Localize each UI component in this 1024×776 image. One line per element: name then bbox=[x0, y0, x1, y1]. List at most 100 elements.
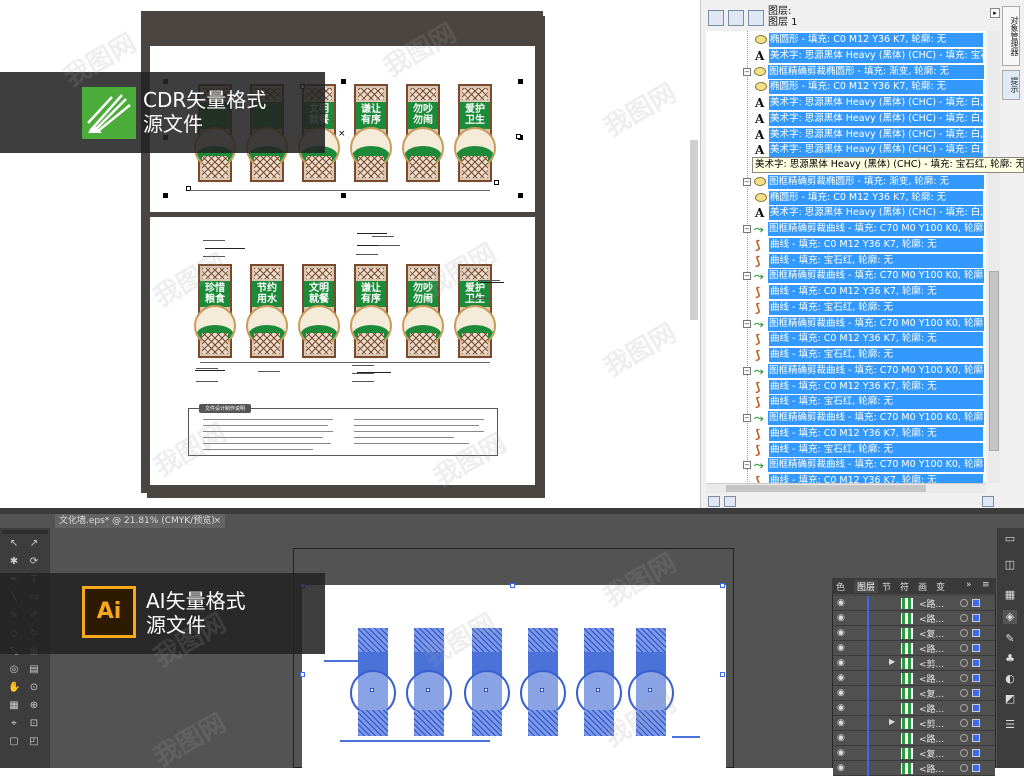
visibility-eye-icon[interactable]: ◉ bbox=[837, 748, 845, 758]
ai-layer-row[interactable]: ◉ <复... bbox=[833, 746, 995, 761]
object-row[interactable]: A 美术字: 思源黑体 Heavy (黑体) (CHC) - 填充: 白, bbox=[706, 142, 984, 158]
target-icon[interactable] bbox=[960, 644, 968, 652]
gradient-tool-icon[interactable]: ▤ bbox=[28, 664, 40, 676]
selected-pillar[interactable] bbox=[406, 628, 452, 736]
bounding-handle[interactable] bbox=[720, 583, 725, 588]
anchor-point[interactable] bbox=[484, 688, 488, 692]
object-row[interactable]: ⟆ 曲线 - 填充: 宝石红, 轮廓: 无 bbox=[706, 347, 984, 363]
object-row[interactable]: 椭圆形 - 填充: C0 M12 Y36 K7, 轮廓: 无 bbox=[706, 190, 984, 206]
tab-layers[interactable]: 图层 bbox=[854, 580, 879, 593]
selection-handle[interactable] bbox=[518, 79, 523, 84]
mesh-tool-icon[interactable]: ▦ bbox=[8, 700, 20, 712]
object-tree[interactable]: 椭圆形 - 填充: C0 M12 Y36 K7, 轮廓: 无 A 美术字: 思源黑体… bbox=[706, 31, 986, 483]
visibility-eye-icon[interactable]: ◉ bbox=[837, 688, 845, 698]
selected-pillar[interactable] bbox=[464, 628, 510, 736]
target-icon[interactable] bbox=[960, 734, 968, 742]
object-row[interactable]: ⟆ 曲线 - 填充: C0 M12 Y36 K7, 轮廓: 无 bbox=[706, 237, 984, 253]
target-icon[interactable] bbox=[960, 614, 968, 622]
visibility-eye-icon[interactable]: ◉ bbox=[837, 703, 845, 713]
arrange-icon[interactable]: ◫ bbox=[1003, 558, 1017, 572]
object-row[interactable]: − ⤳ 图框精确剪裁曲线 - 填充: C70 M0 Y100 K0, 轮廓: bbox=[706, 363, 984, 379]
new-master-layer-icon[interactable] bbox=[724, 496, 736, 507]
grid-icon[interactable]: ▦ bbox=[1003, 588, 1017, 602]
visibility-eye-icon[interactable]: ◉ bbox=[837, 763, 845, 773]
expand-toggle-icon[interactable]: − bbox=[743, 319, 751, 328]
bounding-handle[interactable] bbox=[510, 583, 515, 588]
ai-layer-row[interactable]: ◉ <复... bbox=[833, 686, 995, 701]
panel-collapse-icon[interactable]: » bbox=[966, 580, 972, 590]
selection-tool-icon[interactable]: ↖ bbox=[8, 538, 20, 550]
ai-layer-row[interactable]: ◉ ▶ <剪... bbox=[833, 656, 995, 671]
selection-square-icon[interactable] bbox=[972, 629, 980, 637]
object-row[interactable]: ⟆ 曲线 - 填充: 宝石红, 轮廓: 无 bbox=[706, 300, 984, 316]
object-row[interactable]: ⟆ 曲线 - 填充: C0 M12 Y36 K7, 轮廓: 无 bbox=[706, 426, 984, 442]
object-row[interactable]: ⟆ 曲线 - 填充: 宝石红, 轮廓: 无 bbox=[706, 253, 984, 269]
ai-layer-row[interactable]: ◉ ▶ <剪... bbox=[833, 716, 995, 731]
artboard-tool-icon[interactable]: ▢ bbox=[8, 736, 20, 748]
selection-square-icon[interactable] bbox=[972, 719, 980, 727]
object-row[interactable]: − ⤳ 图框精确剪裁曲线 - 填充: C70 M0 Y100 K0, 轮廓: bbox=[706, 457, 984, 473]
selected-pillar[interactable] bbox=[628, 628, 674, 736]
tab-symbols[interactable]: 符 bbox=[900, 580, 909, 593]
ai-layer-row[interactable]: ◉ <路... bbox=[833, 611, 995, 626]
target-icon[interactable] bbox=[960, 764, 968, 772]
selection-square-icon[interactable] bbox=[972, 704, 980, 712]
ai-layer-row[interactable]: ◉ <路... bbox=[833, 671, 995, 686]
object-row[interactable]: − ⤳ 图框精确剪裁曲线 - 填充: C70 M0 Y100 K0, 轮廓: bbox=[706, 268, 984, 284]
selection-square-icon[interactable] bbox=[972, 659, 980, 667]
expand-toggle-icon[interactable]: − bbox=[743, 67, 751, 76]
selected-pillar[interactable] bbox=[576, 628, 622, 736]
gradient-icon[interactable]: ◩ bbox=[1003, 692, 1017, 706]
object-row[interactable]: ⟆ 曲线 - 填充: C0 M12 Y36 K7, 轮廓: 无 bbox=[706, 331, 984, 347]
object-row[interactable]: − ⤳ 图框精确剪裁曲线 - 填充: C70 M0 Y100 K0, 轮廓: bbox=[706, 221, 984, 237]
bounding-handle[interactable] bbox=[720, 672, 725, 677]
expand-arrow-icon[interactable]: ▶ bbox=[889, 717, 895, 726]
object-row[interactable]: 椭圆形 - 填充: C0 M12 Y36 K7, 轮廓: 无 bbox=[706, 79, 984, 95]
target-icon[interactable] bbox=[960, 719, 968, 727]
target-icon[interactable] bbox=[960, 689, 968, 697]
target-icon[interactable] bbox=[960, 674, 968, 682]
graphic-style-icon[interactable]: ◐ bbox=[1003, 672, 1017, 686]
visibility-eye-icon[interactable]: ◉ bbox=[837, 598, 845, 608]
anchor-point[interactable] bbox=[540, 688, 544, 692]
lasso-tool-icon[interactable]: ⟳ bbox=[28, 556, 40, 568]
tab-hints[interactable]: 提示 bbox=[1002, 70, 1020, 100]
tab-object-manager[interactable]: 对象管理器 bbox=[1002, 6, 1020, 66]
object-tree-hscroll[interactable] bbox=[706, 483, 986, 493]
ai-document-tab[interactable]: 文化墙.eps* @ 21.81% (CMYK/预览) × bbox=[55, 514, 225, 528]
edit-across-layers-icon[interactable] bbox=[728, 10, 744, 26]
selection-handle[interactable] bbox=[163, 193, 168, 198]
object-row[interactable]: − ⤳ 图框精确剪裁曲线 - 填充: C70 M0 Y100 K0, 轮廓: bbox=[706, 410, 984, 426]
selection-square-icon[interactable] bbox=[972, 764, 980, 772]
hand-tool-icon[interactable]: ✋ bbox=[8, 682, 20, 694]
selection-handle[interactable] bbox=[518, 193, 523, 198]
visibility-eye-icon[interactable]: ◉ bbox=[837, 718, 845, 728]
selection-square-icon[interactable] bbox=[972, 599, 980, 607]
selection-square-icon[interactable] bbox=[972, 644, 980, 652]
expand-toggle-icon[interactable]: − bbox=[743, 272, 751, 281]
graph-tool-icon[interactable]: ⊡ bbox=[28, 718, 40, 730]
visibility-eye-icon[interactable]: ◉ bbox=[837, 673, 845, 683]
tab-paths[interactable]: 节 bbox=[882, 580, 891, 593]
slice-tool-icon[interactable]: ◰ bbox=[28, 736, 40, 748]
new-layer-icon[interactable] bbox=[708, 496, 720, 507]
tab-transform[interactable]: 变 bbox=[936, 580, 945, 593]
ai-layer-row[interactable]: ◉ <路... bbox=[833, 641, 995, 656]
expand-toggle-icon[interactable]: − bbox=[743, 461, 751, 470]
object-row[interactable]: ⟆ 曲线 - 填充: C0 M12 Y36 K7, 轮廓: 无 bbox=[706, 284, 984, 300]
selection-handle[interactable] bbox=[341, 193, 346, 198]
rotation-center-icon[interactable]: × bbox=[338, 130, 346, 139]
object-row[interactable]: ⟆ 曲线 - 填充: 宝石红, 轮廓: 无 bbox=[706, 442, 984, 458]
tab-brushes[interactable]: 画 bbox=[918, 580, 927, 593]
anchor-point[interactable] bbox=[596, 688, 600, 692]
object-row[interactable]: 椭圆形 - 填充: C0 M12 Y36 K7, 轮廓: 无 bbox=[706, 32, 984, 48]
selection-square-icon[interactable] bbox=[972, 614, 980, 622]
blend-tool-icon[interactable]: ⊕ bbox=[28, 700, 40, 712]
target-icon[interactable] bbox=[960, 629, 968, 637]
layers-icon[interactable]: ◈ bbox=[1003, 610, 1017, 624]
layer-manager-view-icon[interactable] bbox=[748, 10, 764, 26]
canvas-scrollbar[interactable] bbox=[690, 140, 698, 320]
align-icon[interactable]: ☰ bbox=[1003, 718, 1017, 732]
object-row[interactable]: ⟆ 曲线 - 填充: C0 M12 Y36 K7, 轮廓: 无 bbox=[706, 379, 984, 395]
visibility-eye-icon[interactable]: ◉ bbox=[837, 628, 845, 638]
